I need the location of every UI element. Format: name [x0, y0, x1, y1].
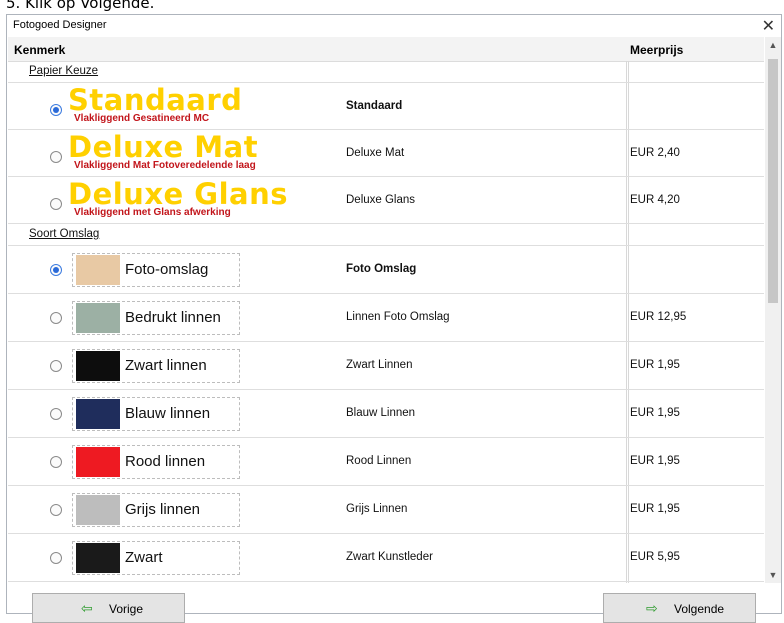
arrow-right-icon: ⇨	[646, 600, 658, 616]
paper-option-row[interactable]: Deluxe Glans Vlakliggend met Glans afwerk…	[8, 177, 764, 224]
prev-button[interactable]: ⇦ Vorige	[32, 593, 185, 623]
cover-option-row[interactable]: Bedrukt linnen Linnen Foto Omslag EUR 12,9…	[8, 294, 764, 342]
cover-name: Bedrukt linnen	[125, 309, 221, 326]
option-price: EUR 1,95	[630, 359, 680, 371]
paper-logo: Deluxe Glans Vlakliggend met Glans afwerk…	[68, 180, 288, 218]
column-header-meerprijs: Meerprijs	[630, 43, 684, 57]
scroll-thumb[interactable]	[768, 59, 778, 303]
cover-option-row[interactable]: Blauw linnen Blauw Linnen EUR 1,95	[8, 390, 764, 438]
cover-option-row[interactable]: Zwart Zwart Kunstleder EUR 5,95	[8, 534, 764, 582]
cover-name: Zwart	[125, 549, 163, 566]
option-description: Blauw Linnen	[346, 407, 416, 419]
window-title: Fotogoed Designer	[13, 19, 107, 31]
landscape-thumbnail-icon	[76, 303, 120, 333]
option-description: Zwart Kunstleder	[346, 551, 433, 563]
arrow-left-icon: ⇦	[81, 600, 93, 616]
option-description: Standaard	[346, 100, 403, 112]
radio-button[interactable]	[50, 408, 62, 420]
cover-preview: Grijs linnen	[72, 493, 240, 527]
option-description: Rood Linnen	[346, 455, 412, 467]
cover-name: Blauw linnen	[125, 405, 211, 422]
option-description: Zwart Linnen	[346, 359, 413, 371]
black-linen-swatch-icon	[76, 351, 120, 381]
radio-button[interactable]	[50, 198, 62, 210]
options-grid: Kenmerk Meerprijs Papier Keuze Soort Oms…	[8, 37, 764, 583]
fotogoed-designer-dialog: Fotogoed Designer ✕ Kenmerk Meerprijs Pa…	[6, 14, 782, 623]
paper-option-row[interactable]: Standaard Vlakliggend Gesatineerd MC Stand…	[8, 83, 764, 130]
cover-preview: Zwart	[72, 541, 240, 575]
option-description: Linnen Foto Omslag	[346, 311, 450, 323]
close-icon[interactable]: ✕	[762, 16, 775, 36]
cover-option-row[interactable]: Zwart linnen Zwart Linnen EUR 1,95	[8, 342, 764, 390]
option-price: EUR 4,20	[630, 194, 680, 206]
cover-name: Grijs linnen	[125, 501, 201, 518]
cover-name: Zwart linnen	[125, 357, 207, 374]
radio-button[interactable]	[50, 456, 62, 468]
cover-name: Rood linnen	[125, 453, 206, 470]
option-description: Grijs Linnen	[346, 503, 408, 515]
paper-logo-title: Deluxe Glans	[68, 177, 289, 211]
group-label-papier: Papier Keuze	[29, 65, 99, 77]
vertical-scrollbar[interactable]: ▲ ▼	[765, 37, 781, 583]
next-button[interactable]: ⇨ Volgende	[603, 593, 756, 623]
dialog-footer: ⇦ Vorige ⇨ Volgende	[7, 583, 781, 623]
cover-option-row[interactable]: Rood linnen Rood Linnen EUR 1,95	[8, 438, 764, 486]
cover-preview: Zwart linnen	[72, 349, 240, 383]
cover-preview: Blauw linnen	[72, 397, 240, 431]
next-button-label: Volgende	[674, 602, 725, 616]
paper-logo: Deluxe Mat Vlakliggend Mat Fotoveredelend…	[68, 133, 258, 171]
cover-preview: Rood linnen	[72, 445, 240, 479]
radio-button[interactable]	[50, 312, 62, 324]
photo-thumbnail-icon	[76, 255, 120, 285]
radio-button[interactable]	[50, 151, 62, 163]
option-price: EUR 1,95	[630, 407, 680, 419]
option-price: EUR 1,95	[630, 455, 680, 467]
grey-linen-swatch-icon	[76, 495, 120, 525]
paper-logo: Standaard Vlakliggend Gesatineerd MC	[68, 86, 242, 124]
scroll-down-icon[interactable]: ▼	[765, 567, 781, 583]
option-price: EUR 1,95	[630, 503, 680, 515]
grid-header: Kenmerk Meerprijs	[8, 37, 764, 62]
paper-logo-subtitle: Vlakliggend Mat Fotoveredelende laag	[74, 160, 256, 171]
prev-button-label: Vorige	[109, 602, 144, 616]
radio-button[interactable]	[50, 552, 62, 564]
group-header-omslag: Soort Omslag	[8, 224, 764, 246]
column-header-kenmerk: Kenmerk	[14, 43, 66, 57]
option-price: EUR 2,40	[630, 147, 680, 159]
black-leather-swatch-icon	[76, 543, 120, 573]
radio-button[interactable]	[50, 104, 62, 116]
title-bar: Fotogoed Designer ✕	[7, 15, 781, 37]
radio-button[interactable]	[50, 504, 62, 516]
paper-logo-title: Standaard	[68, 83, 243, 117]
blue-linen-swatch-icon	[76, 399, 120, 429]
option-description: Foto Omslag	[346, 263, 417, 275]
cover-name: Foto-omslag	[125, 261, 209, 278]
option-price: EUR 12,95	[630, 311, 687, 323]
option-description: Deluxe Glans	[346, 194, 416, 206]
scroll-up-icon[interactable]: ▲	[765, 37, 781, 53]
paper-logo-title: Deluxe Mat	[68, 130, 259, 164]
group-header-papier: Papier Keuze	[8, 61, 764, 83]
document-caption: 5. Klik op Volgende.	[6, 0, 155, 12]
cover-option-row[interactable]: Foto-omslag Foto Omslag	[8, 246, 764, 294]
cover-preview: Bedrukt linnen	[72, 301, 240, 335]
radio-button[interactable]	[50, 360, 62, 372]
group-label-omslag: Soort Omslag	[29, 228, 100, 240]
red-linen-swatch-icon	[76, 447, 120, 477]
paper-option-row[interactable]: Deluxe Mat Vlakliggend Mat Fotoveredelend…	[8, 130, 764, 177]
cover-option-row[interactable]: Grijs linnen Grijs Linnen EUR 1,95	[8, 486, 764, 534]
option-price: EUR 5,95	[630, 551, 680, 563]
option-description: Deluxe Mat	[346, 147, 405, 159]
radio-button[interactable]	[50, 264, 62, 276]
cover-preview: Foto-omslag	[72, 253, 240, 287]
